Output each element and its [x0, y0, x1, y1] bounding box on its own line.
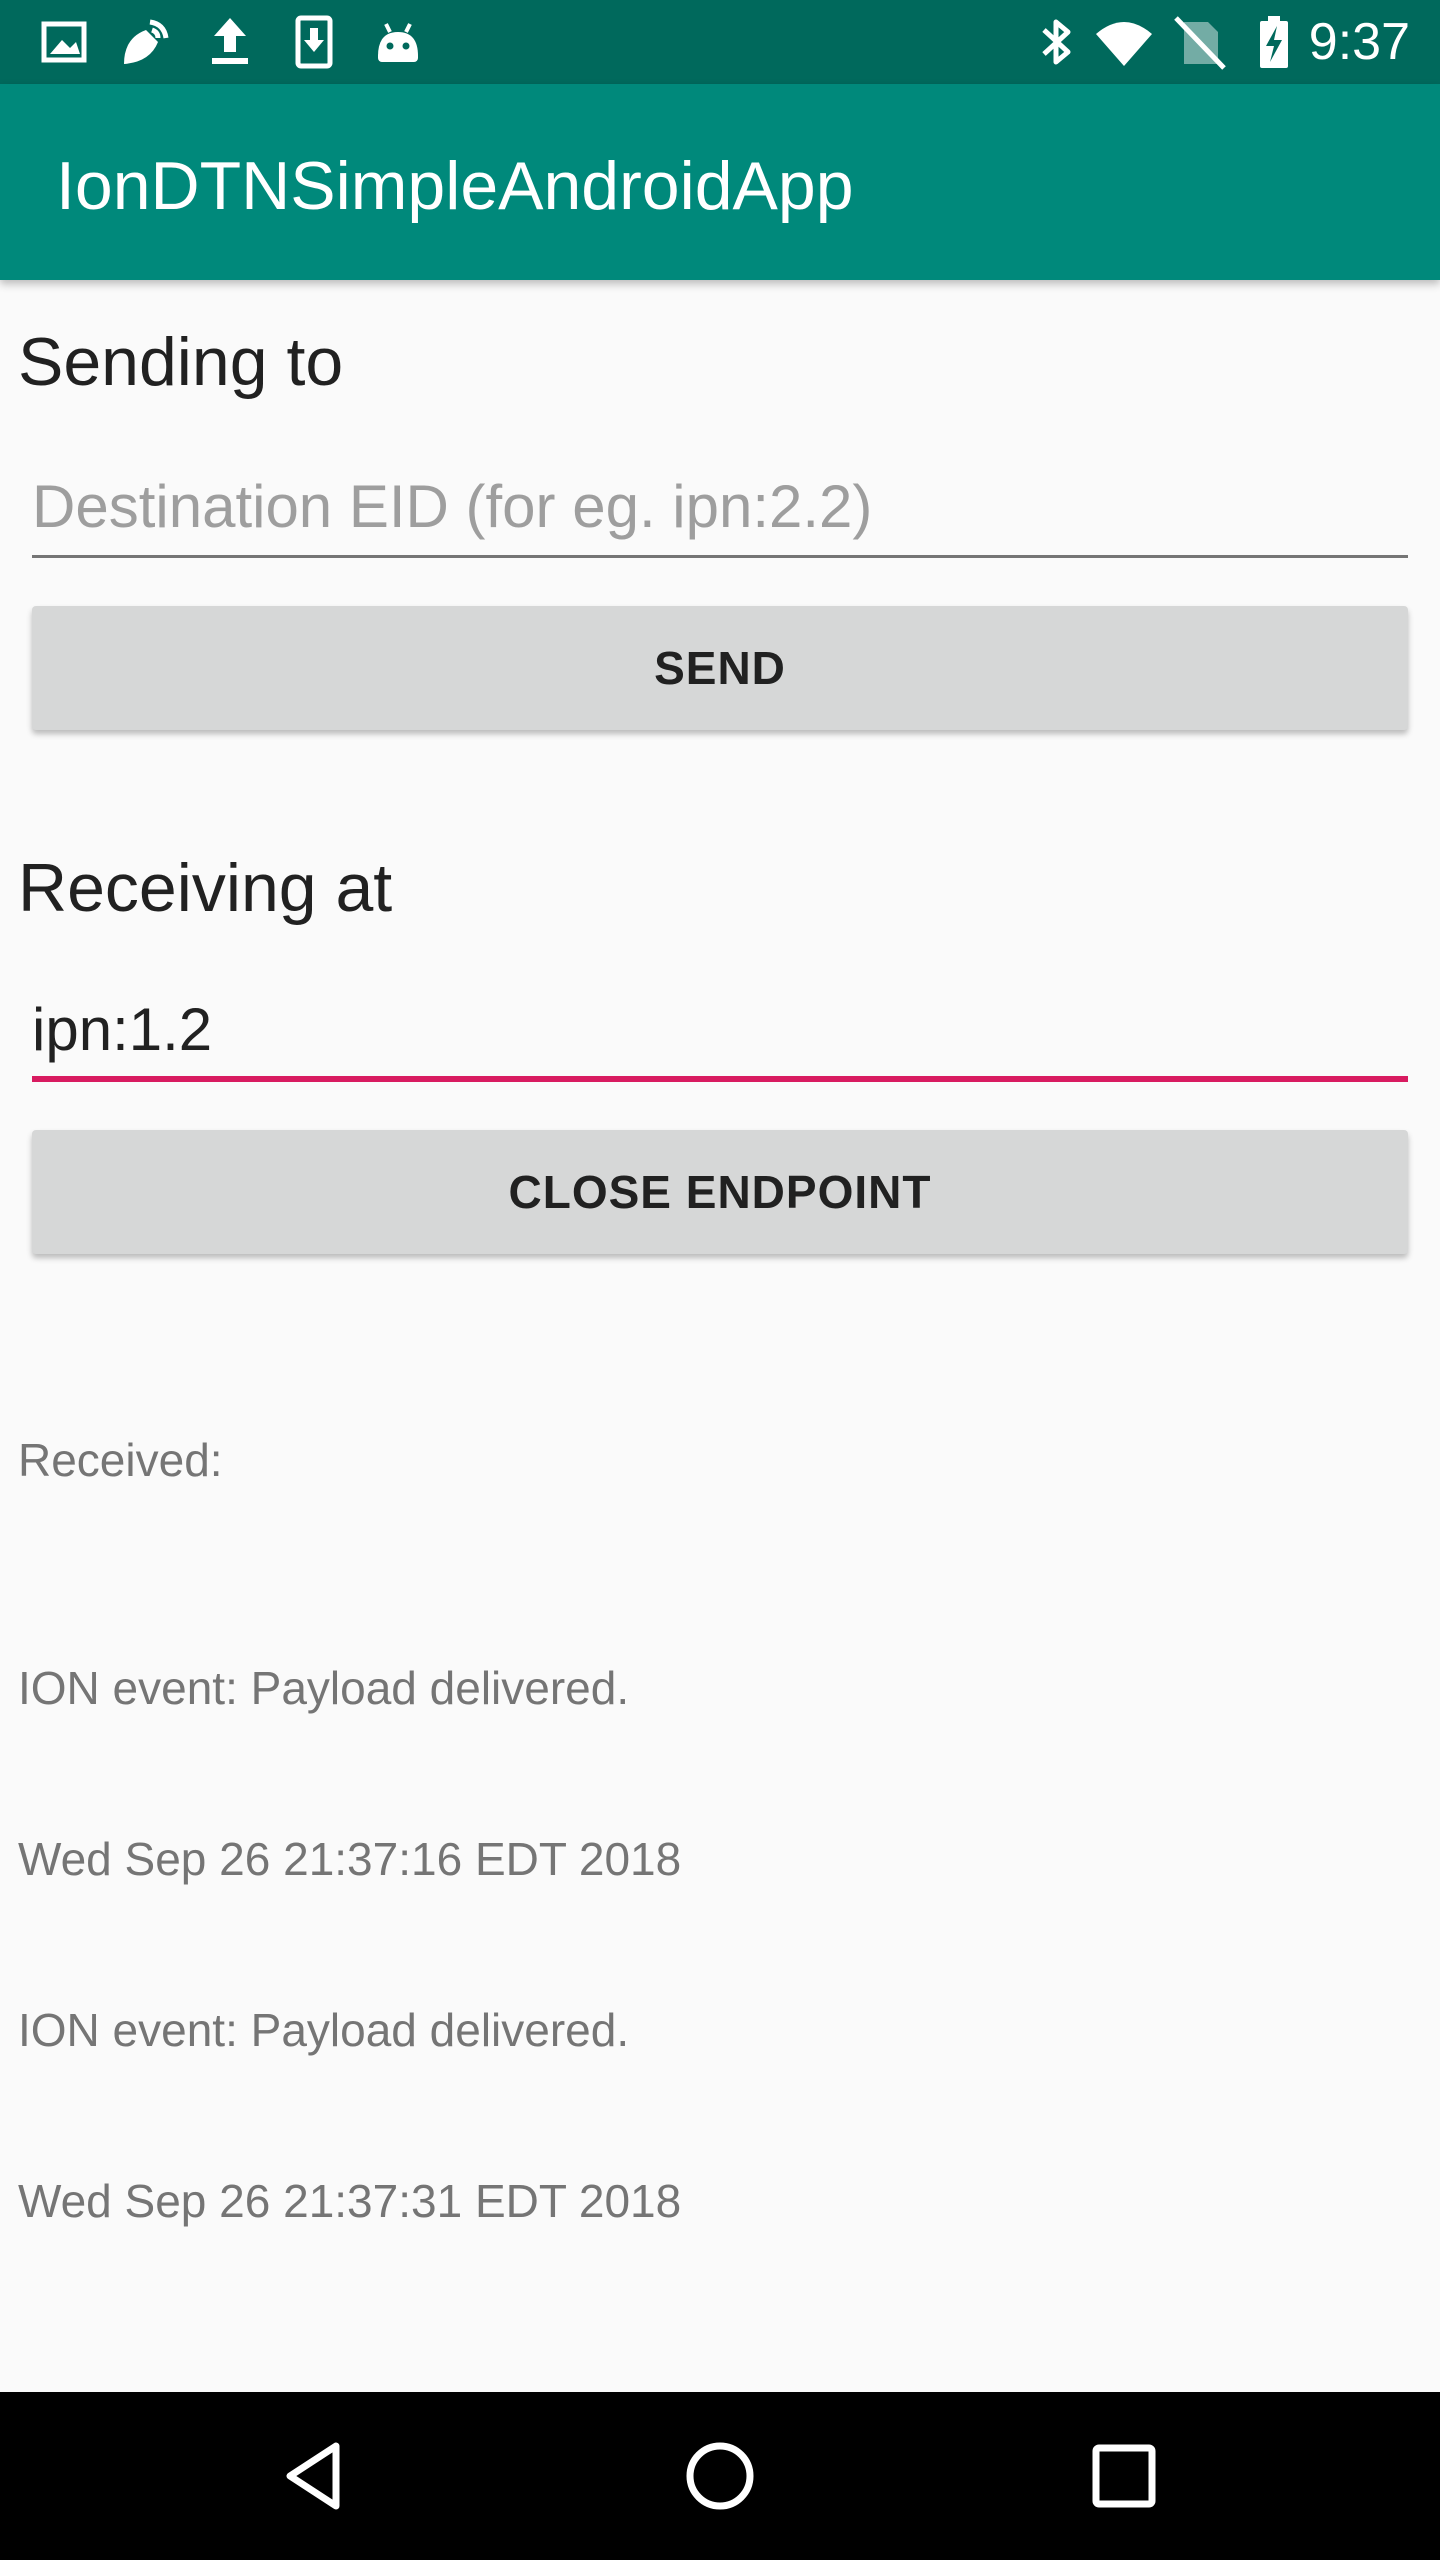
bluetooth-icon [1042, 19, 1071, 65]
android-icon [378, 23, 418, 62]
receiving-heading: Receiving at [18, 850, 393, 926]
battery-charging-icon [1260, 16, 1288, 68]
sending-heading: Sending to [18, 324, 344, 400]
receiving-endpoint-input[interactable] [32, 982, 1408, 1082]
received-line: ION event: Payload delivered. [18, 1662, 630, 1714]
recents-icon[interactable] [1084, 2436, 1164, 2516]
received-line: ION event: Payload delivered. [18, 2004, 630, 2056]
received-label: Received: [18, 1434, 223, 1486]
received-line: Wed Sep 26 21:37:31 EDT 2018 [18, 2175, 682, 2227]
download-icon [295, 15, 333, 69]
image-icon [41, 21, 87, 63]
destination-eid-input[interactable] [32, 458, 1408, 558]
back-icon[interactable] [276, 2436, 356, 2516]
status-time: 9:37 [1308, 13, 1410, 71]
home-icon[interactable] [680, 2436, 760, 2516]
no-sim-icon [1174, 16, 1226, 70]
close-endpoint-button[interactable]: CLOSE ENDPOINT [32, 1130, 1408, 1254]
send-button[interactable]: SEND [32, 606, 1408, 730]
wifi-icon [1096, 22, 1152, 66]
navigation-bar [0, 2392, 1440, 2560]
received-log: Received: ION event: Payload delivered. … [18, 1318, 681, 2287]
upload-icon [212, 18, 248, 64]
app-bar: IonDTNSimpleAndroidApp [0, 84, 1440, 280]
app-title: IonDTNSimpleAndroidApp [56, 148, 854, 224]
cast-icon [124, 19, 169, 64]
status-bar: 9:37 [0, 0, 1440, 84]
received-line: Wed Sep 26 21:37:16 EDT 2018 [18, 1833, 682, 1885]
